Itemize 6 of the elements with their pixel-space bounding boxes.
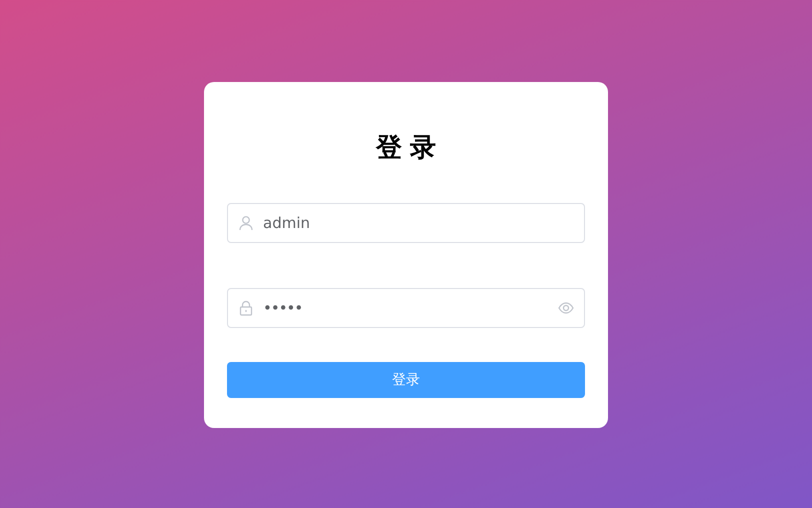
password-field[interactable]: •••••	[227, 288, 585, 328]
username-field[interactable]: admin	[227, 203, 585, 243]
login-title: 登录	[374, 132, 444, 165]
lock-icon	[238, 300, 254, 316]
user-icon	[238, 215, 254, 231]
eye-icon[interactable]	[558, 300, 574, 316]
